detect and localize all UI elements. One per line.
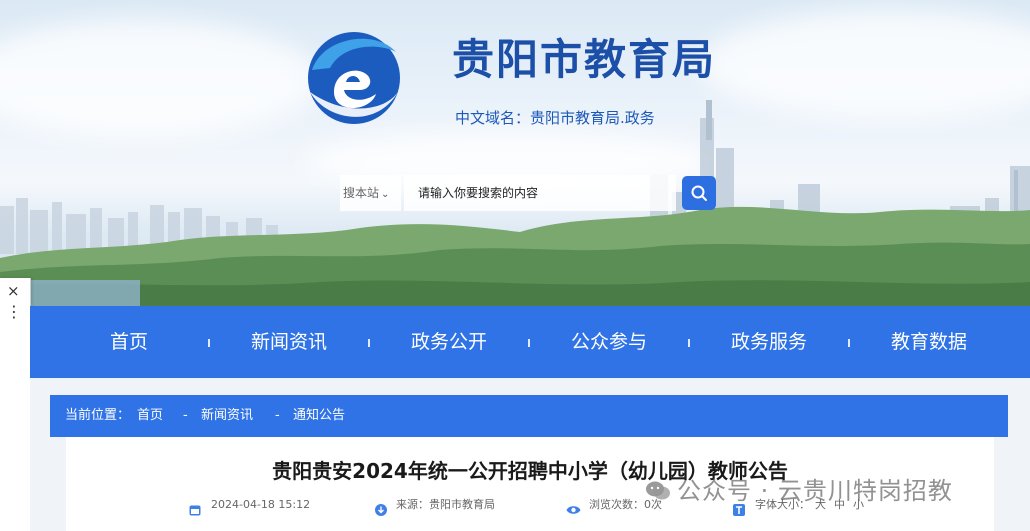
close-icon[interactable]: × <box>7 282 20 300</box>
site-domain-text: 中文域名：贵阳市教育局.政务 <box>455 109 655 127</box>
article-source: 来源：贵阳市教育局 <box>396 498 495 511</box>
breadcrumb-separator: - <box>183 408 188 423</box>
search-button[interactable] <box>682 176 716 210</box>
chevron-down-icon: ⌄ <box>381 189 390 200</box>
breadcrumb-item-news[interactable]: 新闻资讯 <box>201 395 253 437</box>
article-date: 2024-04-18 15:12 <box>211 498 311 511</box>
more-icon[interactable]: ⋮ <box>6 304 22 320</box>
breadcrumb-separator: - <box>275 408 280 423</box>
search-scope-select[interactable]: 搜本站 ⌄ <box>340 175 401 211</box>
nav-item-gov-services[interactable]: 政务服务 <box>689 306 849 378</box>
search-input[interactable] <box>404 175 676 211</box>
search-bar: 搜本站 ⌄ <box>340 175 716 211</box>
search-icon <box>691 185 707 201</box>
calendar-icon <box>189 505 201 516</box>
logo-e-icon[interactable] <box>304 28 404 128</box>
page: 贵阳市教育局 中文域名：贵阳市教育局.政务 搜本站⌄ × ⋮ 首页 新闻资讯 政… <box>0 0 1030 531</box>
nav-item-gov-affairs[interactable]: 政务公开 <box>369 306 529 378</box>
nav-item-education-data[interactable]: 教育数据 <box>849 306 1009 378</box>
wechat-icon <box>646 481 670 500</box>
breadcrumb: 当前位置： 首页 - 新闻资讯 - 通知公告 <box>50 395 1008 437</box>
site-title[interactable]: 贵阳市教育局 <box>452 30 716 90</box>
eye-icon <box>566 506 581 514</box>
nav-item-news[interactable]: 新闻资讯 <box>209 306 369 378</box>
floating-side-panel: × ⋮ <box>0 278 31 531</box>
breadcrumb-item-home[interactable]: 首页 <box>137 395 163 437</box>
breadcrumb-item-notices[interactable]: 通知公告 <box>293 395 345 437</box>
search-scope-label: 搜本站 <box>343 186 380 200</box>
main-nav: 首页 新闻资讯 政务公开 公众参与 政务服务 教育数据 <box>30 306 1030 378</box>
watermark-text: 公众号 · 云贵川特岗招教 <box>677 477 953 505</box>
wechat-watermark: 公众号 · 云贵川特岗招教 <box>646 474 953 508</box>
nav-item-public-participation[interactable]: 公众参与 <box>529 306 689 378</box>
source-icon <box>375 504 387 516</box>
breadcrumb-prefix: 当前位置： <box>65 408 131 423</box>
header-banner: 贵阳市教育局 中文域名：贵阳市教育局.政务 搜本站 ⌄ <box>0 0 1030 306</box>
nav-item-home[interactable]: 首页 <box>49 306 209 378</box>
